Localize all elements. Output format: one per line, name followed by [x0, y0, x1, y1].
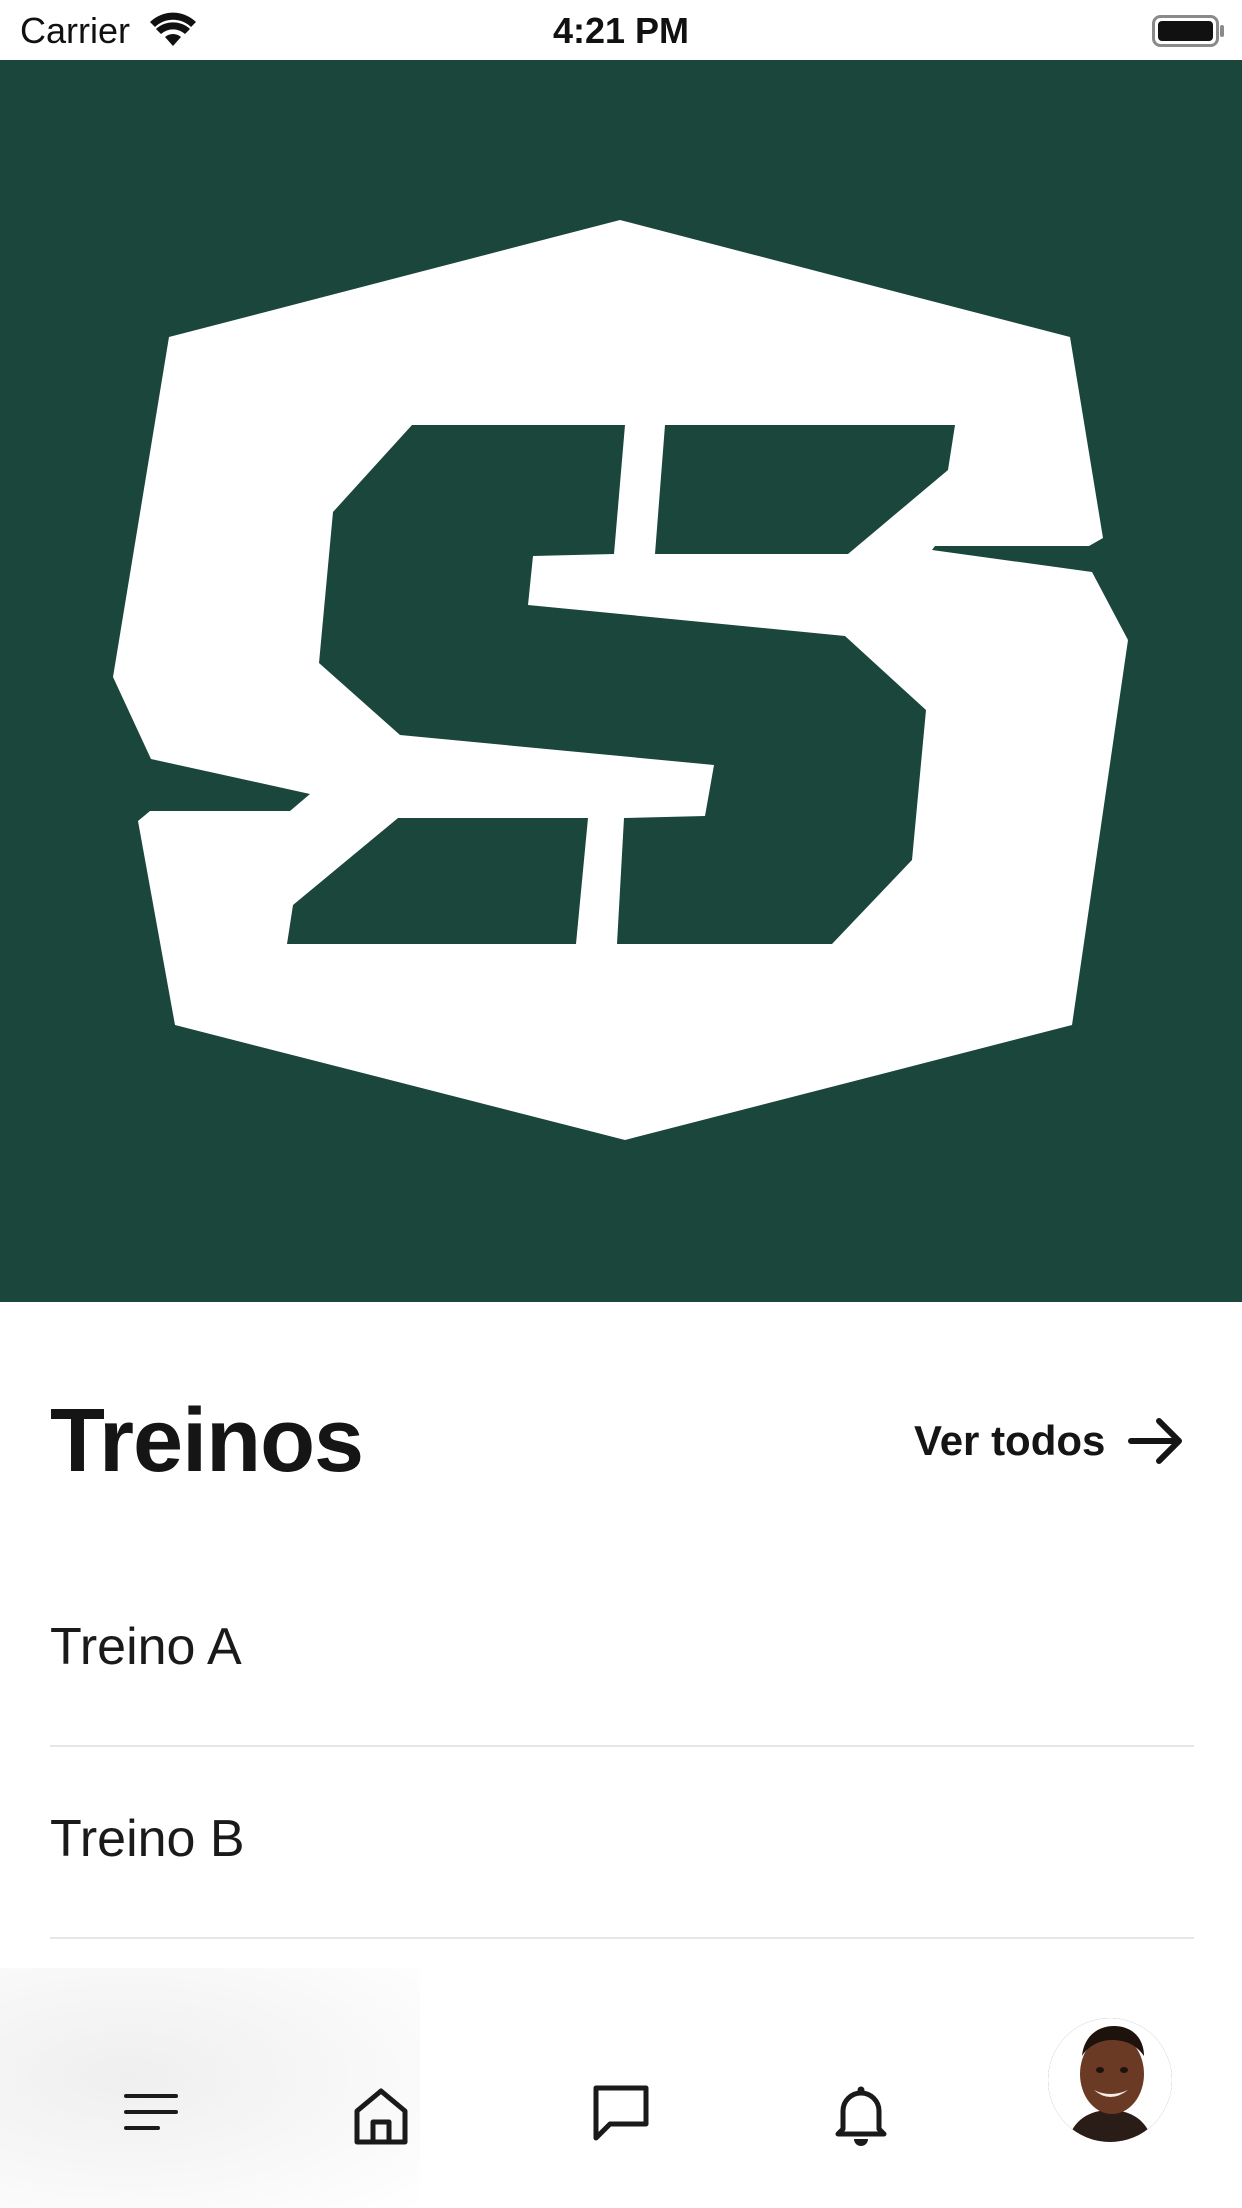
avatar[interactable] — [1048, 2018, 1172, 2142]
home-icon — [354, 2088, 408, 2145]
avatar-photo — [1048, 2018, 1172, 2142]
workout-item-label: Treino B — [50, 1810, 245, 1868]
workout-item-a[interactable]: Treino A — [50, 1555, 1194, 1747]
section-title: Treinos — [50, 1391, 364, 1491]
s-shield-logo — [113, 220, 1128, 1140]
workout-item-label: Treino A — [50, 1618, 242, 1676]
bell-icon — [835, 2086, 887, 2146]
nav-chat-button[interactable] — [581, 2073, 661, 2153]
hero-banner — [0, 60, 1242, 1302]
menu-icon — [124, 2094, 178, 2130]
workout-item-b[interactable]: Treino B — [50, 1747, 1194, 1939]
workout-list: Treino A Treino B — [50, 1555, 1194, 1939]
see-all-label: Ver todos — [914, 1417, 1106, 1464]
arrow-right-icon — [1128, 1418, 1183, 1464]
battery-icon — [1152, 15, 1224, 47]
nav-menu-button[interactable] — [111, 2072, 191, 2152]
nav-notifications-button[interactable] — [821, 2074, 901, 2154]
bottom-nav — [0, 1968, 1242, 2208]
nav-home-button[interactable] — [341, 2076, 421, 2156]
status-bar: Carrier 4:21 PM — [0, 0, 1242, 60]
chat-icon — [593, 2085, 649, 2141]
status-time: 4:21 PM — [552, 10, 690, 51]
see-all-button[interactable]: Ver todos — [914, 1412, 1185, 1470]
